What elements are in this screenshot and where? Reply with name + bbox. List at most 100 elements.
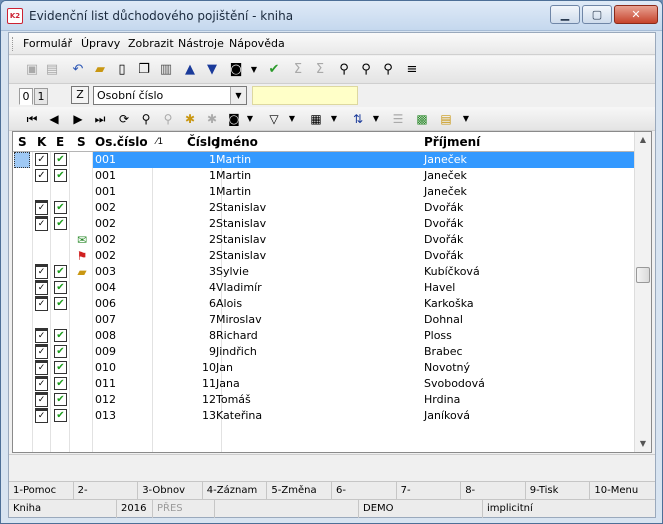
- open-folder-icon[interactable]: ▰: [91, 61, 109, 79]
- sort-dropdown-icon[interactable]: ▼: [367, 110, 385, 128]
- sort-select[interactable]: Osobní číslo ▼: [93, 86, 247, 105]
- list-icon[interactable]: ☰: [389, 110, 407, 128]
- table-row[interactable]: ✓ ✔ 004 4 Vladimír Havel: [13, 280, 635, 296]
- sort-az-icon[interactable]: ⇅: [349, 110, 367, 128]
- clipboard-check-icon[interactable]: ✓: [35, 392, 48, 407]
- header-e[interactable]: E: [56, 135, 64, 149]
- minimize-button[interactable]: ▁: [550, 5, 580, 24]
- undo-icon[interactable]: ↶: [69, 61, 87, 79]
- e-checkbox[interactable]: ✔: [54, 409, 67, 422]
- filter-icon[interactable]: ▽: [265, 110, 283, 128]
- camera-dropdown-icon[interactable]: ▼: [245, 61, 263, 79]
- table-row[interactable]: ✓ ✔ 002 2 Stanislav Dvořák: [13, 200, 635, 216]
- columns-icon[interactable]: ▦: [307, 110, 325, 128]
- star-add-icon[interactable]: ✱: [181, 110, 199, 128]
- save-as-icon[interactable]: ▤: [43, 61, 61, 79]
- menu-lines-icon[interactable]: ≡: [403, 61, 421, 79]
- folder-icon[interactable]: ▰: [74, 264, 90, 280]
- check-sum-icon[interactable]: ✔: [265, 61, 283, 79]
- table-row[interactable]: ✓ ✔ 010 10 Jan Novotný: [13, 360, 635, 376]
- table-row[interactable]: ✓ ✔ 008 8 Richard Ploss: [13, 328, 635, 344]
- fkey-7[interactable]: 7-: [397, 482, 462, 500]
- fkey-5[interactable]: 5-Změna: [267, 482, 332, 500]
- clipboard-check-icon[interactable]: ✓: [35, 280, 48, 295]
- e-checkbox[interactable]: ✔: [54, 377, 67, 390]
- header-jmeno[interactable]: Jméno: [216, 135, 258, 149]
- e-checkbox[interactable]: ✔: [54, 393, 67, 406]
- last-record-icon[interactable]: ⏭: [91, 110, 109, 128]
- e-checkbox[interactable]: ✔: [54, 153, 67, 166]
- e-checkbox[interactable]: ✔: [54, 265, 67, 278]
- e-checkbox[interactable]: ✔: [54, 297, 67, 310]
- table-row[interactable]: ✉ 002 2 Stanislav Dvořák: [13, 232, 635, 248]
- table-row[interactable]: ✓ ✔ 002 2 Stanislav Dvořák: [13, 216, 635, 232]
- sum-filter-icon[interactable]: Σ: [311, 61, 329, 79]
- table-row[interactable]: ✓ ✔ 013 13 Kateřina Janíková: [13, 408, 635, 424]
- move-up-icon[interactable]: ▲: [181, 61, 199, 79]
- scroll-down-icon[interactable]: ▼: [635, 436, 651, 452]
- menu-napoveda[interactable]: Nápověda: [229, 37, 285, 50]
- title-bar[interactable]: K2 Evidenční list důchodového pojištění …: [1, 1, 662, 31]
- clipboard-check-icon[interactable]: ✓: [35, 344, 48, 359]
- tab-0[interactable]: 0: [19, 88, 33, 105]
- fkey-8[interactable]: 8-: [461, 482, 526, 500]
- fkey-4[interactable]: 4-Záznam: [203, 482, 268, 500]
- row-selector[interactable]: [14, 152, 30, 168]
- table-row[interactable]: ⚑ 002 2 Stanislav Dvořák: [13, 248, 635, 264]
- close-button[interactable]: ✕: [614, 5, 658, 24]
- find-icon[interactable]: ⚲: [335, 61, 353, 79]
- prev-record-icon[interactable]: ◀: [45, 110, 63, 128]
- table-row[interactable]: ✓ ✔ 009 9 Jindřich Brabec: [13, 344, 635, 360]
- table-row[interactable]: 001 1 Martin Janeček: [13, 184, 635, 200]
- camera2-dropdown-icon[interactable]: ▼: [241, 110, 259, 128]
- records-grid[interactable]: S K E S Os.číslo ⁄1 Číslo Jméno Příjmení…: [12, 131, 652, 453]
- mail-icon[interactable]: ✉: [74, 232, 90, 248]
- camera-icon[interactable]: ◙: [227, 61, 245, 79]
- clipboard-check-icon[interactable]: ✓: [35, 360, 48, 375]
- clipboard-check-icon[interactable]: ✓: [35, 264, 48, 279]
- sum-icon[interactable]: Σ: [289, 61, 307, 79]
- e-checkbox[interactable]: ✔: [54, 281, 67, 294]
- header-cislo[interactable]: Číslo: [187, 135, 219, 149]
- find-next-icon[interactable]: ⚲: [357, 61, 375, 79]
- fkey-10[interactable]: 10-Menu: [590, 482, 655, 500]
- menu-formular[interactable]: Formulář: [23, 37, 72, 50]
- report-dropdown-icon[interactable]: ▼: [457, 110, 475, 128]
- clipboard-check-icon[interactable]: ✓: [35, 328, 48, 343]
- clipboard-check-icon[interactable]: ✓: [35, 408, 48, 423]
- table-row[interactable]: ✓ ✔ 006 6 Alois Karkoška: [13, 296, 635, 312]
- binoculars-icon[interactable]: ⚲: [137, 110, 155, 128]
- pin-icon[interactable]: ⚑: [74, 248, 90, 264]
- save-icon[interactable]: ▣: [23, 61, 41, 79]
- header-os-cislo[interactable]: Os.číslo: [95, 135, 148, 149]
- e-checkbox[interactable]: ✔: [54, 329, 67, 342]
- fkey-1[interactable]: 1-Pomoc: [9, 482, 74, 500]
- k-checkbox[interactable]: ✓: [35, 169, 48, 182]
- excel-export-icon[interactable]: ▩: [413, 110, 431, 128]
- move-down-icon[interactable]: ▼: [203, 61, 221, 79]
- columns-dropdown-icon[interactable]: ▼: [325, 110, 343, 128]
- e-checkbox[interactable]: ✔: [54, 361, 67, 374]
- next-record-icon[interactable]: ▶: [69, 110, 87, 128]
- tab-1[interactable]: 1: [34, 88, 48, 105]
- copy-icon[interactable]: ❐: [135, 61, 153, 79]
- table-row[interactable]: ✓ ✔ 012 12 Tomáš Hrdina: [13, 392, 635, 408]
- first-record-icon[interactable]: ⏮: [23, 110, 41, 128]
- book-icon[interactable]: ▥: [157, 61, 175, 79]
- header-k[interactable]: K: [37, 135, 46, 149]
- clipboard-check-icon[interactable]: ✓: [35, 376, 48, 391]
- vertical-scrollbar[interactable]: ▲ ▼: [634, 132, 651, 452]
- app-icon[interactable]: K2: [7, 8, 23, 24]
- k-checkbox[interactable]: ✓: [35, 153, 48, 166]
- e-checkbox[interactable]: ✔: [54, 217, 67, 230]
- find-replace-icon[interactable]: ⚲: [379, 61, 397, 79]
- scroll-up-icon[interactable]: ▲: [635, 132, 651, 148]
- fkey-6[interactable]: 6-: [332, 482, 397, 500]
- table-row[interactable]: ✓ ✔ ▰ 003 3 Sylvie Kubíčková: [13, 264, 635, 280]
- table-row[interactable]: ✓ ✔ 011 11 Jana Svobodová: [13, 376, 635, 392]
- find-input[interactable]: [252, 86, 358, 105]
- z-button[interactable]: Z: [71, 86, 89, 104]
- report-icon[interactable]: ▤: [437, 110, 455, 128]
- fkey-2[interactable]: 2-: [74, 482, 139, 500]
- fkey-9[interactable]: 9-Tisk: [526, 482, 591, 500]
